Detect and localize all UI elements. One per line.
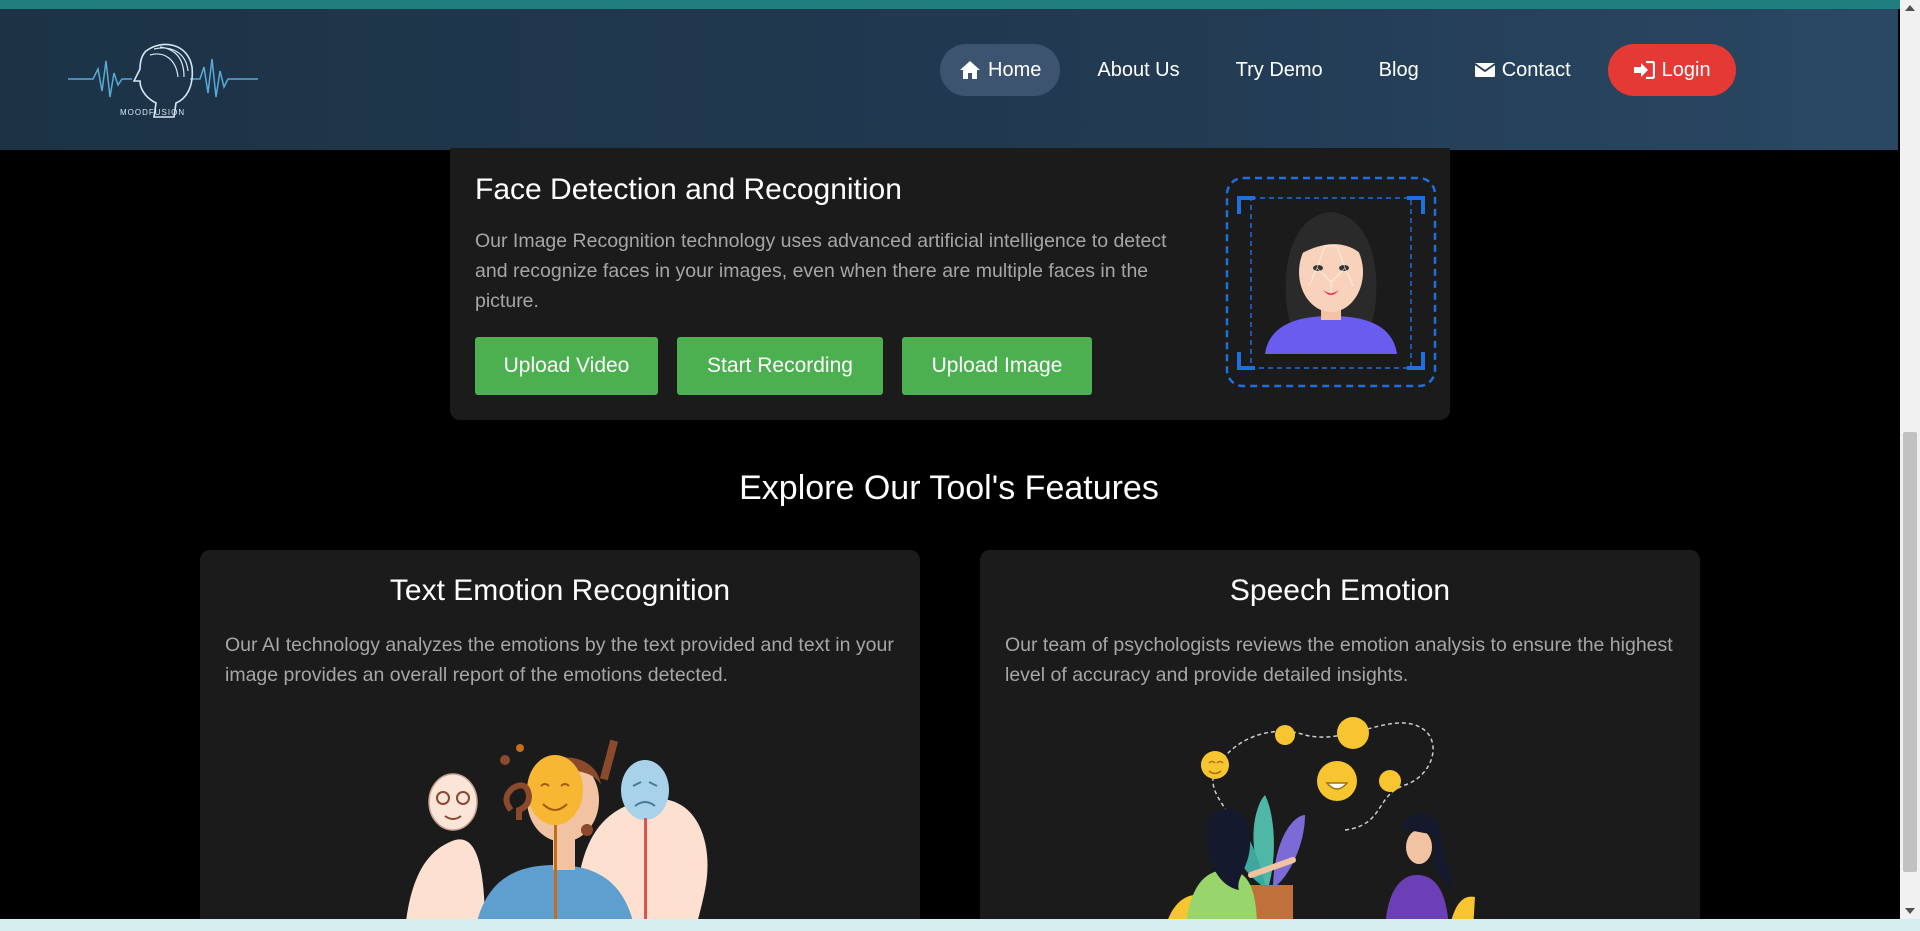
upload-video-button[interactable]: Upload Video (475, 337, 658, 395)
logo-text: MOODFUSION (120, 108, 186, 117)
nav-blog-label: Blog (1378, 58, 1419, 81)
nav-about-us-label: About Us (1097, 58, 1180, 81)
start-recording-button[interactable]: Start Recording (677, 337, 883, 395)
logo-icon[interactable] (68, 37, 258, 132)
nav-try-demo[interactable]: Try Demo (1217, 44, 1342, 96)
face-detection-title: Face Detection and Recognition (475, 173, 902, 206)
upload-image-button[interactable]: Upload Image (902, 337, 1092, 395)
scroll-up-arrow-icon[interactable] (1905, 5, 1915, 11)
scrollbar-thumb[interactable] (1903, 432, 1917, 872)
nav-about-us[interactable]: About Us (1078, 44, 1198, 96)
scroll-down-arrow-icon[interactable] (1905, 908, 1915, 914)
face-detection-card: Face Detection and Recognition Our Image… (450, 148, 1450, 420)
nav-try-demo-label: Try Demo (1235, 58, 1323, 81)
main-nav: Home About Us Try Demo Blog Contact Logi… (940, 44, 1736, 96)
features-heading: Explore Our Tool's Features (739, 469, 1159, 507)
feature-card-text-emotion: Text Emotion Recognition Our AI technolo… (200, 550, 920, 930)
envelope-icon (1474, 62, 1495, 78)
face-detection-description: Our Image Recognition technology uses ad… (475, 230, 1167, 312)
bottom-strip (0, 919, 1920, 931)
sign-in-icon (1633, 61, 1655, 79)
feature-title-speech-emotion: Speech Emotion (1229, 574, 1451, 607)
nav-contact[interactable]: Contact (1456, 44, 1590, 96)
login-button[interactable]: Login (1607, 44, 1736, 96)
feature-card-speech-emotion: Speech Emotion Our team of psychologists… (980, 550, 1700, 930)
login-label: Login (1661, 58, 1711, 81)
feature-description-speech-emotion: Our team of psychologists reviews the em… (1005, 634, 1673, 686)
home-icon (959, 60, 981, 80)
nav-contact-label: Contact (1501, 58, 1571, 81)
page-scrollbar[interactable] (1900, 0, 1920, 919)
navbar: MOODFUSION Home About Us Try Demo Blog C… (0, 9, 1898, 150)
nav-blog[interactable]: Blog (1360, 44, 1438, 96)
emotion-masks-illustration (405, 739, 708, 930)
feature-title-text-emotion: Text Emotion Recognition (389, 574, 731, 607)
nav-home[interactable]: Home (940, 44, 1061, 96)
top-accent-strip (0, 0, 1920, 9)
speech-emotion-illustration (1165, 717, 1475, 930)
nav-home-label: Home (988, 58, 1042, 81)
feature-description-text-emotion: Our AI technology analyzes the emotions … (225, 634, 894, 686)
face-scan-illustration (1225, 176, 1437, 388)
